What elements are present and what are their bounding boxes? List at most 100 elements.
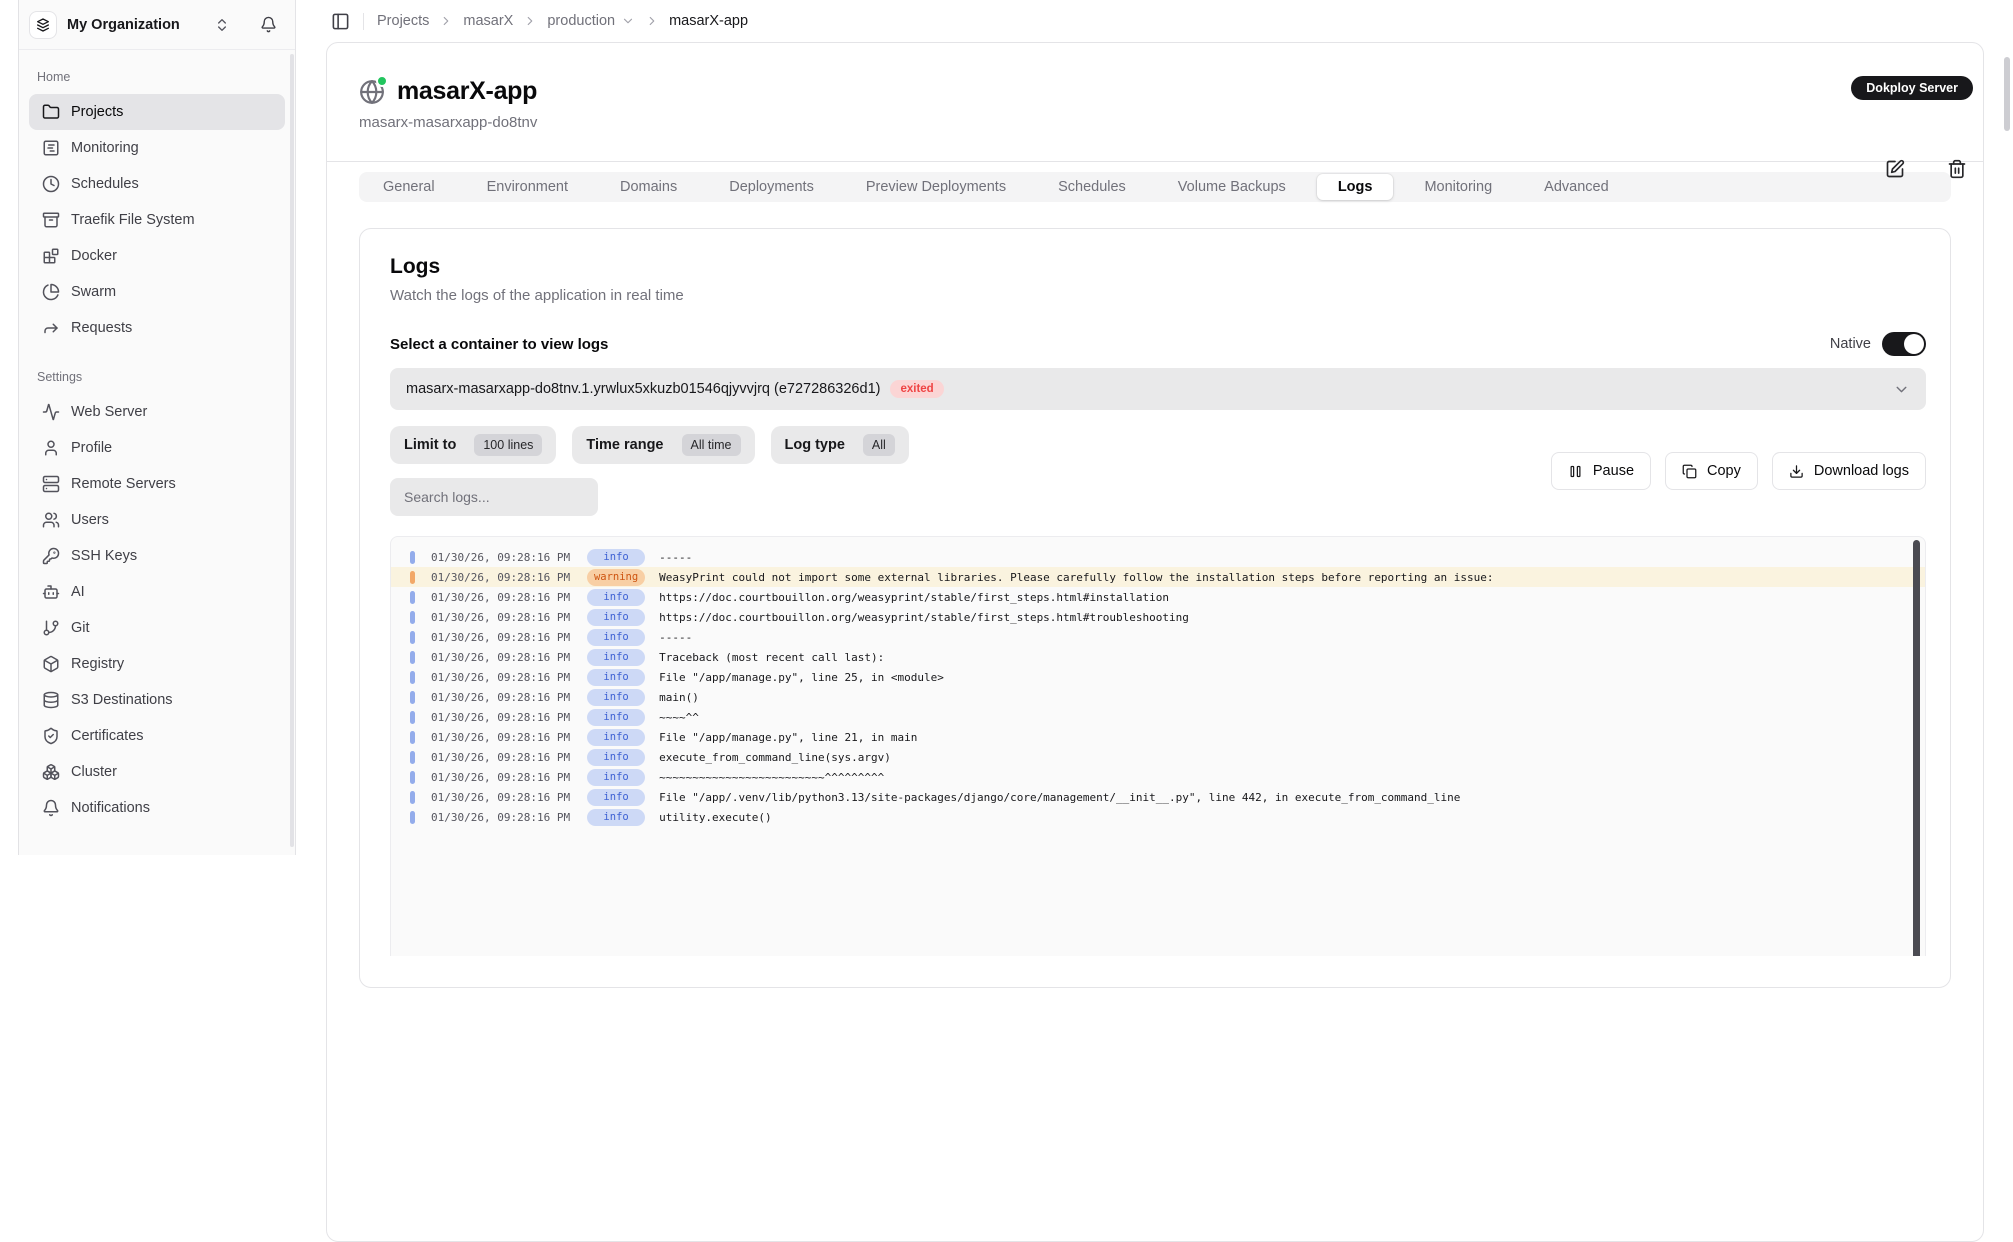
forward-icon [42,319,60,337]
sidebar-item-label: Requests [71,320,132,336]
log-timestamp: 01/30/26, 09:28:16 PM [431,791,570,804]
sidebar-item-git[interactable]: Git [29,610,285,646]
tab-bar: General Environment Domains Deployments … [359,172,1951,202]
native-label: Native [1830,336,1871,352]
sidebar-item-label: Users [71,512,109,528]
package-icon [42,655,60,673]
sidebar-toggle-icon[interactable] [331,12,350,31]
log-viewer: 01/30/26, 09:28:16 PM info ----- 01/30/2… [390,536,1926,956]
tab-advanced[interactable]: Advanced [1523,174,1630,200]
log-timestamp: 01/30/26, 09:28:16 PM [431,651,570,664]
sidebar-item-users[interactable]: Users [29,502,285,538]
breadcrumb-label[interactable]: production [547,13,615,29]
sidebar-item-requests[interactable]: Requests [29,310,285,346]
sidebar-item-label: Web Server [71,404,147,420]
log-timestamp: 01/30/26, 09:28:16 PM [431,811,570,824]
app-subtitle: masarx-masarxapp-do8tnv [359,114,1951,131]
limit-value-chip: 100 lines [474,434,542,456]
folder-icon [42,103,60,121]
download-logs-button[interactable]: Download logs [1772,452,1926,490]
sidebar-item-label: Remote Servers [71,476,176,492]
sidebar-item-ssh-keys[interactable]: SSH Keys [29,538,285,574]
pause-icon [1568,464,1583,479]
sidebar-scrollbar[interactable] [290,54,294,847]
log-message: https://doc.courtbouillon.org/weasyprint… [659,591,1169,604]
sidebar-item-certificates[interactable]: Certificates [29,718,285,754]
users-icon [42,511,60,529]
sidebar-item-label: S3 Destinations [71,692,173,708]
status-dot-running [376,75,388,87]
sidebar-item-docker[interactable]: Docker [29,238,285,274]
sidebar-item-label: AI [71,584,85,600]
tab-monitoring[interactable]: Monitoring [1403,174,1513,200]
log-row: 01/30/26, 09:28:16 PM info ----- [391,547,1925,567]
tab-deployments[interactable]: Deployments [708,174,835,200]
log-scrollbar[interactable] [1913,540,1920,956]
log-level-bar [410,551,415,564]
search-logs-input[interactable] [390,478,598,516]
log-type-filter-button[interactable]: Log type All [771,426,909,464]
log-timestamp: 01/30/26, 09:28:16 PM [431,731,570,744]
tab-preview-deployments[interactable]: Preview Deployments [845,174,1027,200]
org-header[interactable]: My Organization [19,0,295,50]
tab-volume-backups[interactable]: Volume Backups [1157,174,1307,200]
sidebar-item-projects[interactable]: Projects [29,94,285,130]
native-toggle-wrap: Native [1830,332,1926,356]
log-level-badge: info [587,729,645,746]
sidebar-item-cluster[interactable]: Cluster [29,754,285,790]
container-status-badge: exited [890,380,943,398]
tab-schedules[interactable]: Schedules [1037,174,1147,200]
limit-filter-button[interactable]: Limit to 100 lines [390,426,556,464]
breadcrumb-separator-icon [523,14,537,28]
sidebar-item-web-server[interactable]: Web Server [29,394,285,430]
page-scrollbar[interactable] [2004,57,2010,131]
page-title: masarX-app [397,77,537,106]
log-timestamp: 01/30/26, 09:28:16 PM [431,611,570,624]
sidebar-item-schedules[interactable]: Schedules [29,166,285,202]
log-timestamp: 01/30/26, 09:28:16 PM [431,591,570,604]
breadcrumb-label[interactable]: masarX [463,13,513,29]
sidebar-item-monitoring[interactable]: Monitoring [29,130,285,166]
native-toggle[interactable] [1882,332,1926,356]
log-row: 01/30/26, 09:28:16 PM info File "/app/.v… [391,787,1925,807]
breadcrumb-label[interactable]: Projects [377,13,429,29]
tab-general[interactable]: General [362,174,456,200]
log-level-badge: info [587,629,645,646]
log-filters: Limit to 100 lines Time range All time L… [390,426,909,464]
breadcrumb-label[interactable]: masarX-app [669,13,748,29]
breadcrumb-item: production [523,13,635,29]
tab-logs[interactable]: Logs [1317,174,1394,200]
pause-button[interactable]: Pause [1551,452,1651,490]
sidebar-item-profile[interactable]: Profile [29,430,285,466]
sidebar-item-registry[interactable]: Registry [29,646,285,682]
sidebar-item-label: Profile [71,440,112,456]
sidebar-item-label: Registry [71,656,124,672]
log-message: ~~~~^^ [659,711,699,724]
copy-button[interactable]: Copy [1665,452,1758,490]
log-row: 01/30/26, 09:28:16 PM warning WeasyPrint… [391,567,1925,587]
sidebar-item-ai[interactable]: AI [29,574,285,610]
breadcrumb-item: masarX [439,13,513,29]
delete-icon[interactable] [1947,159,1967,179]
time-range-filter-button[interactable]: Time range All time [572,426,754,464]
log-level-badge: info [587,769,645,786]
sidebar-item-s3-destinations[interactable]: S3 Destinations [29,682,285,718]
sidebar-item-remote-servers[interactable]: Remote Servers [29,466,285,502]
notifications-bell-icon[interactable] [260,16,277,33]
shield-check-icon [42,727,60,745]
tab-environment[interactable]: Environment [466,174,589,200]
container-select[interactable]: masarx-masarxapp-do8tnv.1.yrwlux5xkuzb01… [390,368,1926,410]
environment-dropdown-icon[interactable] [621,14,635,28]
edit-icon[interactable] [1885,159,1905,179]
tab-domains[interactable]: Domains [599,174,698,200]
sidebar-item-label: Traefik File System [71,212,195,228]
log-level-bar [410,711,415,724]
org-switcher-icon[interactable] [214,17,230,33]
log-row: 01/30/26, 09:28:16 PM info utility.execu… [391,807,1925,827]
sidebar-item-label: Monitoring [71,140,139,156]
sidebar-item-notifications[interactable]: Notifications [29,790,285,826]
sidebar-item-swarm[interactable]: Swarm [29,274,285,310]
tabs-wrap: General Environment Domains Deployments … [327,162,1983,202]
sidebar-item-traefik-file-system[interactable]: Traefik File System [29,202,285,238]
log-level-badge: info [587,609,645,626]
